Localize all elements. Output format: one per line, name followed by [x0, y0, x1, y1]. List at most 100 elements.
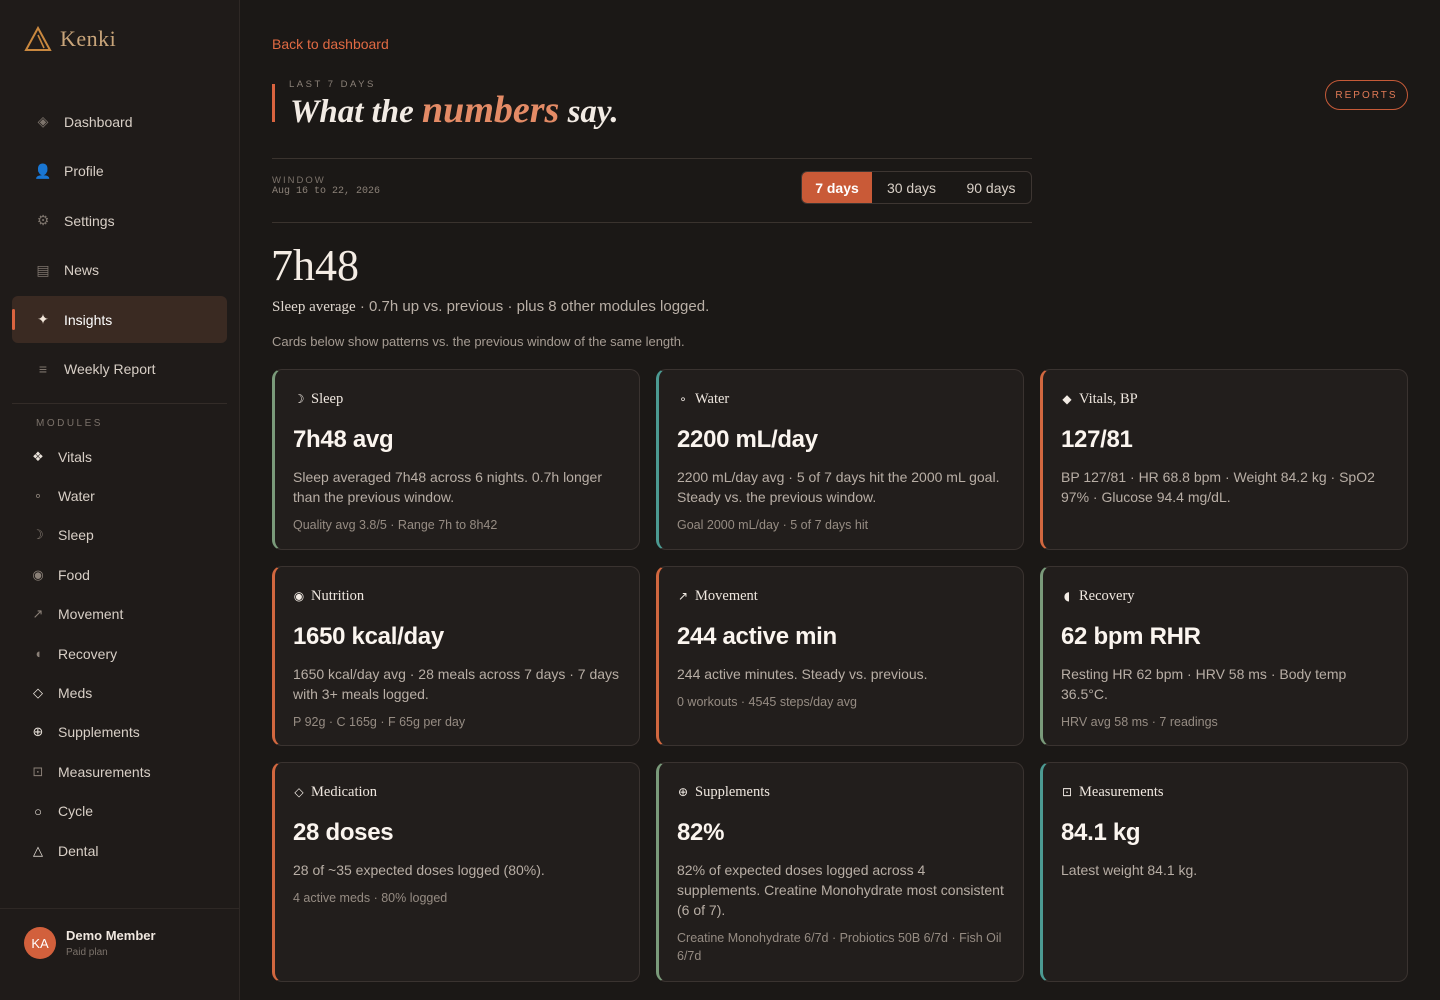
- window-selector: 7 days 30 days 90 days: [801, 171, 1032, 204]
- main-content: Back to dashboard LAST 7 DAYS What the n…: [240, 0, 1440, 1000]
- card-water[interactable]: ∘ Water 2200 mL/day 2200 mL/day avg · 5 of …: [656, 369, 1024, 550]
- card-supplements[interactable]: ⊕ Supplements 82% 82% of expected doses log…: [656, 762, 1024, 982]
- card-header: ∘ Water: [677, 388, 1005, 410]
- hero-summary: Sleep average · 0.7h up vs. previous · p…: [272, 298, 709, 316]
- card-measurements[interactable]: ⊡ Measurements 84.1 kg Latest weight 84.1 k…: [1040, 762, 1408, 982]
- module-item-supplements[interactable]: ⊕ Supplements: [28, 713, 228, 752]
- card-nutrition[interactable]: ◉ Nutrition 1650 kcal/day 1650 kcal/day avg…: [272, 566, 640, 746]
- card-description: Sleep averaged 7h48 across 6 nights. 0.7…: [293, 469, 602, 505]
- sidebar-item-dashboard[interactable]: ◈ Dashboard: [12, 98, 227, 145]
- module-item-measurements[interactable]: ⊡ Measurements: [28, 752, 228, 791]
- module-item-label: Supplements: [58, 724, 140, 741]
- hero-value: 7h48: [271, 241, 359, 290]
- window-option-90-days[interactable]: 90 days: [951, 172, 1031, 203]
- card-sleep[interactable]: ☽ Sleep 7h48 avg Sleep averaged 7h48 across…: [272, 369, 640, 550]
- medication-icon: ◇: [294, 785, 304, 799]
- card-title: Vitals, BP: [1079, 390, 1138, 407]
- window-option-30-days[interactable]: 30 days: [872, 172, 951, 203]
- card-value: 127/81: [1061, 426, 1133, 453]
- card-header: ◆ Vitals, BP: [1061, 388, 1389, 410]
- card-movement[interactable]: ↗ Movement 244 active min 244 active minute…: [656, 566, 1024, 746]
- module-item-label: Movement: [58, 606, 124, 623]
- sidebar-item-label: Weekly Report: [64, 361, 156, 378]
- reports-button[interactable]: REPORTS: [1325, 80, 1408, 110]
- module-item-meds[interactable]: ◇ Meds: [28, 673, 228, 712]
- card-title: Medication: [311, 783, 378, 800]
- window-range: Aug 16 to 22, 2026: [272, 186, 381, 197]
- module-item-label: Cycle: [58, 803, 94, 820]
- card-description: 28 of ~35 expected doses logged (80%).: [293, 862, 545, 878]
- back-to-dashboard-link[interactable]: Back to dashboard: [272, 36, 389, 52]
- modules-label: MODULES: [36, 418, 103, 429]
- summary-label: Sleep average: [272, 299, 356, 315]
- sidebar-item-settings[interactable]: ⚙ Settings: [12, 197, 227, 244]
- card-title: Movement: [695, 587, 758, 604]
- measurements-icon: ⊡: [32, 763, 44, 779]
- card-meta: P 92g · C 165g · F 65g per day: [293, 715, 466, 729]
- card-value: 82%: [677, 819, 725, 846]
- module-item-movement[interactable]: ↗ Movement: [28, 595, 228, 634]
- card-header: ◉ Nutrition: [293, 585, 621, 607]
- sidebar-item-label: Dashboard: [64, 113, 133, 130]
- module-item-label: Sleep: [58, 527, 94, 544]
- card-title: Supplements: [695, 783, 770, 800]
- insights-icon: ✦: [37, 311, 49, 328]
- sidebar-item-weekly-report[interactable]: ≡ Weekly Report: [12, 346, 227, 393]
- user-name: Demo Member: [66, 928, 156, 943]
- module-item-recovery[interactable]: ◖ Recovery: [28, 634, 228, 673]
- movement-icon: ↗: [32, 606, 44, 622]
- sidebar-item-label: Profile: [64, 163, 104, 180]
- nutrition-icon: ◉: [293, 589, 305, 603]
- card-header: ◖ Recovery: [1061, 585, 1389, 607]
- sidebar-item-news[interactable]: ▤ News: [12, 247, 227, 294]
- card-value: 28 doses: [293, 819, 394, 846]
- module-item-water[interactable]: ∘ Water: [28, 476, 228, 515]
- module-item-vitals[interactable]: ❖ Vitals: [28, 437, 228, 476]
- module-item-dental[interactable]: △ Dental: [28, 831, 228, 870]
- card-vitals[interactable]: ◆ Vitals, BP 127/81 BP 127/81 · HR 68.8 bpm…: [1040, 369, 1408, 550]
- module-item-label: Vitals: [58, 448, 92, 465]
- window-option-7-days[interactable]: 7 days: [802, 172, 872, 203]
- module-item-label: Food: [58, 566, 90, 583]
- title-accent: numbers: [422, 89, 560, 131]
- settings-icon: ⚙: [36, 212, 50, 229]
- card-description: 82% of expected doses logged across 4 su…: [677, 862, 1004, 918]
- logo-triangle-icon: [24, 26, 52, 51]
- movement-icon: ↗: [677, 589, 689, 603]
- user-panel[interactable]: KA Demo Member Paid plan: [0, 908, 239, 1000]
- sidebar: Kenki ◈ Dashboard 👤 Profile ⚙ Settings ▤ News ✦ I…: [0, 0, 240, 1000]
- sleep-icon: ☽: [293, 392, 305, 406]
- title-post: say.: [567, 94, 619, 130]
- card-header: ☽ Sleep: [293, 388, 621, 410]
- card-value: 62 bpm RHR: [1061, 623, 1201, 650]
- module-item-sleep[interactable]: ☽ Sleep: [28, 516, 228, 555]
- card-recovery[interactable]: ◖ Recovery 62 bpm RHR Resting HR 62 bpm · H…: [1040, 566, 1408, 746]
- app-logo[interactable]: Kenki: [24, 26, 116, 52]
- card-meta: 4 active meds · 80% logged: [293, 891, 448, 905]
- module-item-food[interactable]: ◉ Food: [28, 555, 228, 594]
- module-item-label: Water: [58, 488, 95, 505]
- card-meta: Quality avg 3.8/5 · Range 7h to 8h42: [293, 518, 498, 532]
- card-header: ⊕ Supplements: [677, 781, 1005, 803]
- module-item-cycle[interactable]: ○ Cycle: [28, 792, 228, 831]
- card-header: ◇ Medication: [293, 781, 621, 803]
- sidebar-item-profile[interactable]: 👤 Profile: [12, 148, 227, 195]
- dental-icon: △: [33, 842, 43, 858]
- sidebar-item-label: Settings: [64, 212, 115, 229]
- vitals-icon: ❖: [32, 448, 44, 464]
- module-item-label: Recovery: [58, 645, 118, 662]
- sleep-icon: ☽: [32, 527, 44, 543]
- avatar[interactable]: KA: [24, 927, 56, 959]
- card-medication[interactable]: ◇ Medication 28 doses 28 of ~35 expected do…: [272, 762, 640, 982]
- sidebar-divider: [12, 403, 227, 404]
- sidebar-item-insights[interactable]: ✦ Insights: [12, 296, 227, 344]
- card-title: Water: [695, 390, 730, 407]
- vitals-icon: ◆: [1062, 392, 1072, 406]
- card-title: Recovery: [1079, 587, 1135, 604]
- card-value: 2200 mL/day: [677, 426, 818, 453]
- cards-note: Cards below show patterns vs. the previo…: [272, 334, 685, 349]
- sidebar-item-label: News: [64, 262, 100, 279]
- weekly-report-icon: ≡: [38, 361, 48, 378]
- card-header: ⊡ Measurements: [1061, 781, 1389, 803]
- card-title: Nutrition: [311, 587, 365, 604]
